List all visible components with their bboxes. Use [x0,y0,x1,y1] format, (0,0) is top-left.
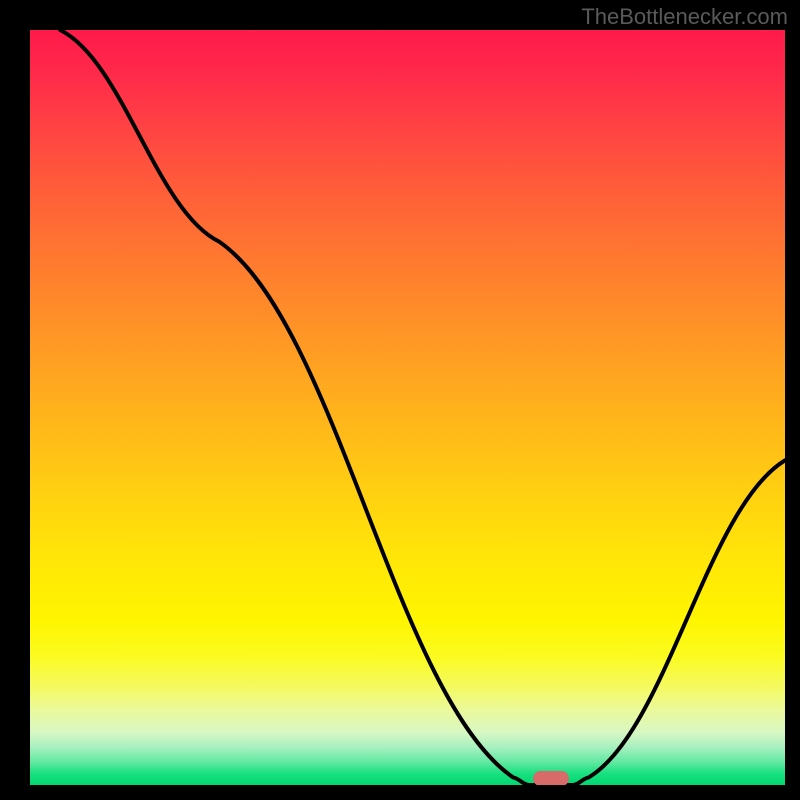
optimal-point-marker [533,771,569,785]
watermark-text: TheBottlenecker.com [581,4,788,30]
chart-container: TheBottlenecker.com [0,0,800,800]
plot-area [30,30,785,785]
bottleneck-curve [30,30,785,785]
